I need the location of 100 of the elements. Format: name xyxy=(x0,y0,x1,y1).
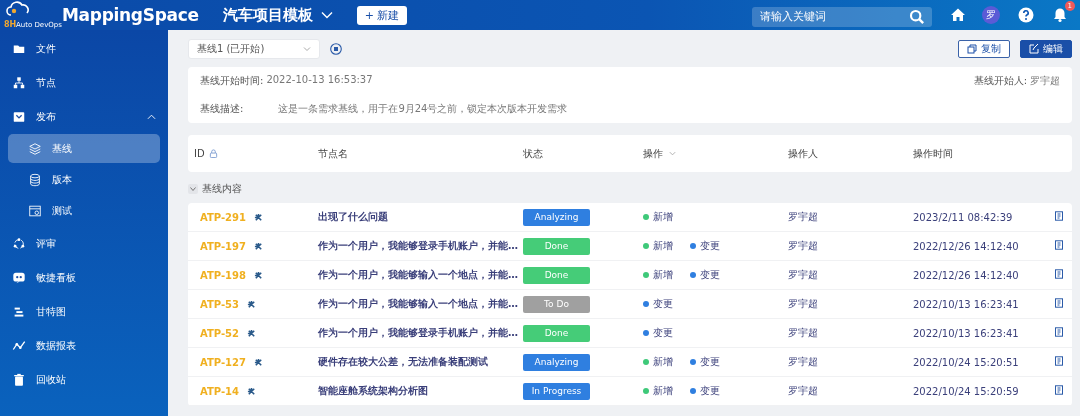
operator-name: 罗宇超 xyxy=(788,385,818,396)
operator-name: 罗宇超 xyxy=(788,269,818,280)
home-icon[interactable] xyxy=(950,7,966,23)
document-icon[interactable] xyxy=(1054,211,1064,221)
baseline-dropdown[interactable]: 基线1 (已开始) xyxy=(188,39,320,59)
tree-icon xyxy=(12,76,26,90)
operation-label: 新增 xyxy=(653,384,673,398)
pin-icon[interactable] xyxy=(247,299,256,309)
operator-name: 罗宇超 xyxy=(788,356,818,367)
node-name[interactable]: 作为一个用户，我能够输入一个地点，并能… xyxy=(318,269,518,280)
operation-label: 变更 xyxy=(700,268,720,282)
sidebar-item[interactable]: 基线 xyxy=(8,134,160,163)
column-header: ID xyxy=(194,148,205,159)
operation-label: 变更 xyxy=(653,326,673,340)
edit-icon xyxy=(1029,44,1039,54)
sidebar-item[interactable]: 数据报表 xyxy=(0,329,168,363)
operation-label: 新增 xyxy=(653,355,673,369)
pin-icon[interactable] xyxy=(253,212,263,222)
document-icon[interactable] xyxy=(1054,356,1064,366)
inbox-icon xyxy=(12,110,26,124)
operation-label: 变更 xyxy=(700,355,720,369)
database-icon xyxy=(28,172,42,187)
operation-time: 2022/12/26 14:12:40 xyxy=(913,269,1019,281)
new-button[interactable]: + 新建 xyxy=(356,5,408,25)
section-label: 基线内容 xyxy=(202,182,242,196)
sidebar-item[interactable]: 评审 xyxy=(0,227,168,261)
stop-icon[interactable] xyxy=(330,43,342,55)
operation-label: 新增 xyxy=(653,210,673,224)
operation-label: 新增 xyxy=(653,268,673,282)
start-time: 2022-10-13 16:53:37 xyxy=(266,74,373,87)
status-tag: In Progress xyxy=(523,382,590,400)
pin-icon[interactable] xyxy=(253,241,263,251)
column-header: 操作人 xyxy=(788,147,818,159)
node-name[interactable]: 作为一个用户，我能够登录手机账户，并能… xyxy=(318,240,518,251)
operation-time: 2022/12/26 14:12:40 xyxy=(913,240,1019,252)
status-tag: Done xyxy=(523,266,590,284)
node-name[interactable]: 作为一个用户，我能够登录手机账户，并能… xyxy=(318,327,518,338)
pin-icon[interactable] xyxy=(247,328,256,338)
logo-mark: 8H xyxy=(4,21,17,29)
document-icon[interactable] xyxy=(1054,269,1064,279)
field-label: 基线开始人: xyxy=(973,74,1027,88)
operation-time: 2022/10/24 15:20:51 xyxy=(913,356,1019,368)
operator-name: 罗宇超 xyxy=(788,240,818,251)
column-header: 状态 xyxy=(523,147,543,159)
sidebar-item[interactable]: 发布 xyxy=(0,100,168,134)
operator-name: 罗宇超 xyxy=(788,327,818,338)
chart-icon xyxy=(12,339,26,353)
document-icon[interactable] xyxy=(1054,385,1064,395)
copy-button[interactable]: 复制 xyxy=(958,40,1010,58)
operator-name: 罗宇超 xyxy=(788,211,818,222)
document-icon[interactable] xyxy=(1054,240,1064,250)
column-header[interactable]: 操作 xyxy=(643,146,663,161)
status-tag: Done xyxy=(523,237,590,255)
baseline-description: 这是一条需求基线，用于在9月24号之前，锁定本次版本开发需求 xyxy=(278,102,568,116)
column-header: 节点名 xyxy=(318,147,348,159)
layers-icon xyxy=(28,141,42,156)
node-name[interactable]: 作为一个用户，我能够输入一个地点，并能… xyxy=(318,298,518,309)
lock-icon xyxy=(208,149,218,158)
pin-icon[interactable] xyxy=(253,270,263,280)
user-avatar[interactable]: 罗 xyxy=(982,6,1000,24)
operator-name: 罗宇超 xyxy=(788,298,818,309)
operation-time: 2022/10/24 15:20:59 xyxy=(913,385,1019,397)
node-name[interactable]: 智能座舱系统架构分析图 xyxy=(318,385,428,396)
operation-time: 2022/10/13 16:23:41 xyxy=(913,298,1019,310)
sidebar-item[interactable]: 敏捷看板 xyxy=(0,261,168,295)
sidebar-item[interactable]: 回收站 xyxy=(0,363,168,397)
search-icon[interactable] xyxy=(909,9,925,25)
board-icon xyxy=(12,271,26,285)
status-tag: To Do xyxy=(523,295,590,313)
operation-label: 变更 xyxy=(700,239,720,253)
bell-icon[interactable] xyxy=(1052,7,1068,23)
chevron-icon[interactable] xyxy=(147,114,156,120)
copy-icon xyxy=(967,44,977,54)
document-icon[interactable] xyxy=(1054,298,1064,308)
pin-icon[interactable] xyxy=(247,386,256,396)
node-name[interactable]: 出现了什么问题 xyxy=(318,211,388,222)
operation-time: 2023/2/11 08:42:39 xyxy=(913,211,1013,223)
pin-icon[interactable] xyxy=(253,357,263,367)
sidebar-item[interactable]: 节点 xyxy=(0,66,168,100)
sidebar-item[interactable]: 文件 xyxy=(0,32,168,66)
starter-name: 罗宇超 xyxy=(1030,74,1060,88)
operation-time: 2022/10/13 16:23:41 xyxy=(913,327,1019,339)
status-tag: Analyzing xyxy=(523,208,590,226)
gantt-icon xyxy=(12,305,26,319)
sidebar-item[interactable]: 甘特图 xyxy=(0,295,168,329)
help-icon[interactable] xyxy=(1018,7,1034,23)
operation-label: 变更 xyxy=(700,384,720,398)
project-title[interactable]: 汽车项目模板 xyxy=(222,5,313,25)
edit-button[interactable]: 编辑 xyxy=(1020,40,1072,58)
collapse-toggle[interactable] xyxy=(188,184,198,194)
field-label: 基线开始时间: xyxy=(200,74,264,88)
document-icon[interactable] xyxy=(1054,327,1064,337)
sidebar-item[interactable]: 测试 xyxy=(8,196,160,225)
sidebar-item[interactable]: 版本 xyxy=(8,165,160,194)
node-name[interactable]: 硬件存在较大公差，无法准备装配测试 xyxy=(318,356,488,367)
status-tag: Analyzing xyxy=(523,353,590,371)
trash-icon xyxy=(12,373,26,387)
field-label: 基线描述: xyxy=(200,102,244,116)
operation-label: 变更 xyxy=(653,297,673,311)
brand-name: MappingSpace xyxy=(62,5,199,25)
